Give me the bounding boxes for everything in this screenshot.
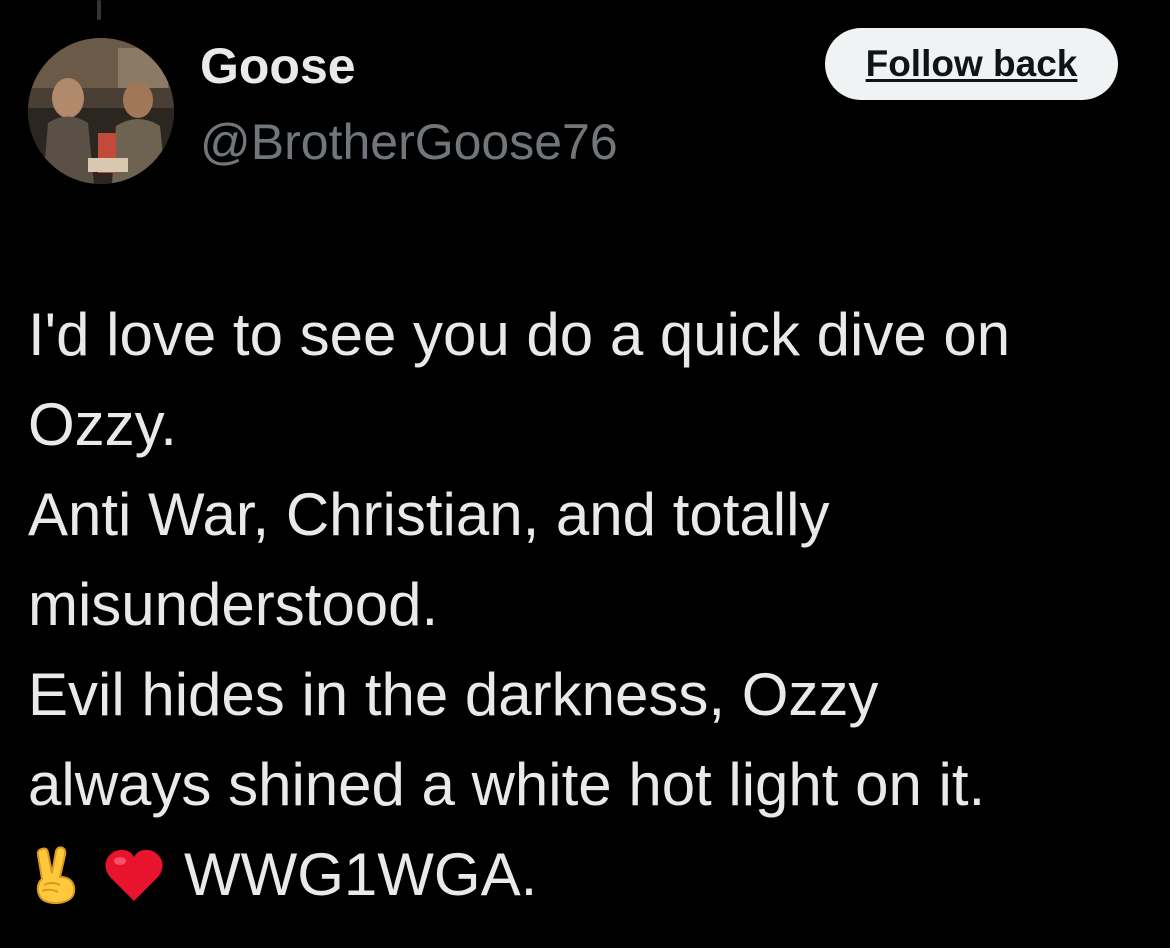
- tweet-line: WWG1WGA.: [28, 830, 1148, 920]
- user-handle[interactable]: @BrotherGoose76: [200, 112, 618, 172]
- follow-back-button[interactable]: Follow back: [825, 28, 1118, 100]
- red-heart-icon: [102, 845, 163, 905]
- tweet-line: misunderstood.: [28, 571, 439, 638]
- tweet-text: I'd love to see you do a quick dive on O…: [28, 290, 1148, 920]
- tweet-line: Evil hides in the darkness, Ozzy: [28, 661, 879, 728]
- tweet-line: Anti War, Christian, and totally: [28, 481, 830, 548]
- avatar[interactable]: [28, 38, 174, 184]
- tweet-line: Ozzy.: [28, 391, 177, 458]
- display-name[interactable]: Goose: [200, 36, 356, 96]
- tweet-line: always shined a white hot light on it.: [28, 751, 986, 818]
- tweet-final-text: WWG1WGA.: [184, 841, 538, 908]
- profile-photo-icon: [28, 38, 174, 184]
- thread-connector-line: [97, 0, 101, 20]
- victory-hand-icon: [28, 845, 84, 905]
- tweet-line: I'd love to see you do a quick dive on: [28, 301, 1011, 368]
